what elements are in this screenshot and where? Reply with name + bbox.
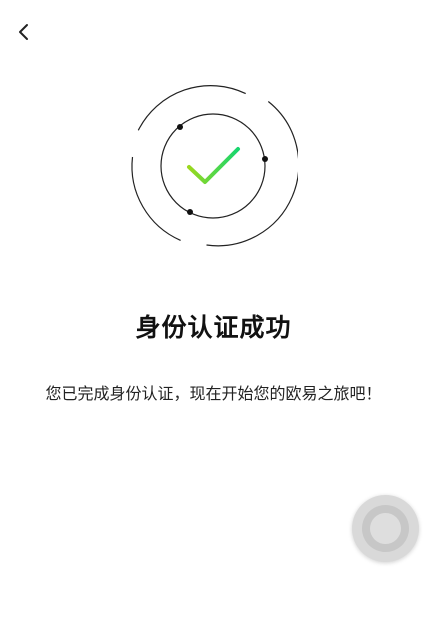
success-message: 您已完成身份认证，现在开始您的欧易之旅吧！ [45, 384, 382, 403]
success-illustration [131, 85, 298, 247]
ring-dot-bottom [187, 209, 193, 215]
back-button[interactable] [10, 18, 38, 46]
outer-ring [131, 85, 298, 247]
ring-dot-left [177, 124, 183, 130]
assistive-touch-button[interactable] [352, 495, 419, 562]
page-title: 身份认证成功 [135, 313, 292, 342]
inner-ring [160, 113, 266, 219]
chevron-left-icon [19, 24, 28, 40]
ring-dot-right [262, 156, 268, 162]
checkmark-icon [187, 147, 240, 184]
assistive-touch-core [370, 513, 401, 544]
